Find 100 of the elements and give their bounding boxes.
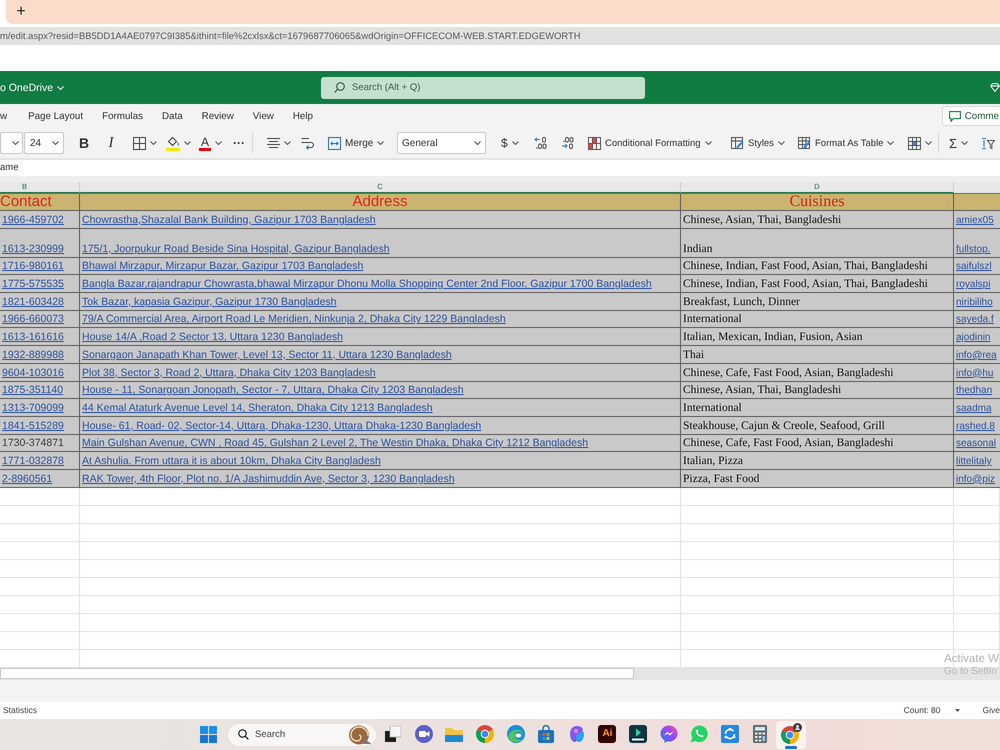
ribbon-tab[interactable]: Page Layout bbox=[28, 105, 84, 127]
feedback-button[interactable]: Give bbox=[982, 705, 1000, 716]
phone-link[interactable]: 1841-515289 bbox=[2, 420, 64, 433]
address-link[interactable]: 79/A Commercial Area, Airport Road Le Meridien, Ninkunja 2, Dhaka City 1229 Bangladesh bbox=[82, 313, 506, 326]
count-summary-button[interactable]: Count: 80 bbox=[904, 705, 960, 716]
chevron-icon bbox=[52, 141, 59, 145]
currency-button[interactable]: $ bbox=[498, 131, 524, 155]
phone-link[interactable]: 1716-980161 bbox=[2, 260, 64, 274]
phone-link[interactable]: 9604-103016 bbox=[2, 366, 64, 380]
comments-button[interactable]: Comme bbox=[942, 106, 1000, 126]
table-cell: Breakfast, Lunch, Dinner bbox=[681, 293, 954, 311]
address-link[interactable]: House 14/A ,Road 2 Sector 13, Uttara 1230 Bangladesh bbox=[82, 331, 343, 344]
phone-link[interactable]: 2-8960561 bbox=[2, 472, 52, 486]
scrollbar-thumb[interactable] bbox=[0, 668, 634, 679]
table-cell: Steakhouse, Cajun & Creole, Seafood, Grill bbox=[681, 416, 954, 435]
address-link[interactable]: At Ashulia. From uttara it is about 10km, Dhaka City Bangladesh bbox=[82, 454, 381, 468]
email-link[interactable]: fullstop. bbox=[956, 242, 990, 256]
phone-link[interactable]: 1966-459702 bbox=[2, 214, 64, 227]
email-link[interactable]: saadma bbox=[956, 402, 992, 415]
phone-link[interactable]: 1966-660073 bbox=[2, 313, 64, 326]
browser-with-badge-icon bbox=[780, 723, 802, 744]
address-link[interactable]: RAK Tower, 4th Floor, Plot no. 1/A Jashimuddin Ave, Sector 3, 1230 Bangladesh bbox=[82, 472, 455, 486]
number-format-dropdown[interactable]: General bbox=[397, 132, 486, 154]
chevron-icon bbox=[184, 141, 191, 145]
font-color-button[interactable]: A bbox=[196, 131, 226, 155]
merge-button[interactable]: Merge bbox=[325, 131, 392, 155]
email-link[interactable]: ajodinin bbox=[956, 331, 990, 344]
ribbon-tab[interactable]: Data bbox=[162, 105, 183, 127]
table-cell: Chinese, Cafe, Fast Food, Asian, Bangladeshi bbox=[681, 434, 954, 452]
address-link[interactable]: 44 Kemal Ataturk Avenue Level 14, Sheraton, Dhaka City 1213 Bangladesh bbox=[82, 402, 433, 415]
address-link[interactable]: Sonargaon Janapath Khan Tower, Level 13, Sector 11, Uttara 1230 Bangladesh bbox=[82, 348, 452, 362]
phone-link[interactable]: 1313-709099 bbox=[2, 402, 64, 415]
wave-browser-icon bbox=[506, 724, 525, 743]
format-as-table-button[interactable]: Format As Table bbox=[795, 131, 900, 155]
address-link[interactable]: House- 61, Road- 02, Sector-14, Uttara, Dhaka-1230, Uttara Dhaka-1230 Bangladesh bbox=[82, 420, 482, 433]
diamond-icon[interactable] bbox=[990, 83, 1000, 92]
email-link[interactable]: saifulszl bbox=[956, 260, 992, 274]
email-link[interactable]: info@piz bbox=[956, 472, 996, 486]
phone-link[interactable]: 1771-032878 bbox=[2, 454, 64, 468]
phone-link[interactable]: 1932-889988 bbox=[2, 348, 64, 362]
search-field[interactable]: Search (Alt + Q) bbox=[321, 76, 645, 98]
conditional-formatting-button[interactable]: Conditional Formatting bbox=[585, 131, 723, 155]
address-link[interactable]: Chowrastha,Shazalal Bank Building, Gazipur 1703 Bangladesh bbox=[82, 214, 376, 227]
address-link[interactable]: Main Gulshan Avenue, CWN , Road 45, Gulshan 2 Level 2, The Westin Dhaka, Dhaka City 1212 Bangladesh bbox=[82, 437, 588, 450]
browser-icon bbox=[476, 724, 494, 743]
email-link[interactable]: rashed.8 bbox=[956, 420, 995, 433]
folder-icon bbox=[445, 726, 464, 742]
ribbon-tab[interactable]: w bbox=[0, 105, 8, 127]
email-link[interactable]: royalspi bbox=[956, 278, 990, 292]
italic-button[interactable]: I bbox=[101, 131, 121, 155]
address-link[interactable]: 175/1, Joorpukur Road Beside Sina Hospital, Gazipur Bangladesh bbox=[82, 242, 390, 256]
phone-link[interactable]: 1775-575535 bbox=[2, 278, 64, 292]
wrap-text-icon bbox=[301, 136, 314, 150]
phone-link[interactable]: 1613-161616 bbox=[2, 331, 64, 344]
phone-link[interactable]: 1875-351140 bbox=[2, 384, 64, 398]
styles-button[interactable]: Styles bbox=[728, 131, 790, 155]
new-tab-button[interactable]: + bbox=[14, 3, 28, 21]
address-link[interactable]: House - 11, Sonargoan Jonopath, Sector - 7, Uttara, Dhaka City 1203 Bangladesh bbox=[82, 384, 464, 398]
email-link[interactable]: thedhan bbox=[956, 384, 992, 398]
address-link[interactable]: Bangla Bazar,rajandrapur Chowrasta,bhawal Mirzapur Dhonu Molla Shopping Center 2nd Floor, Gazipur 1700 Bangladesh bbox=[82, 278, 652, 292]
table-cell: International bbox=[681, 399, 954, 417]
email-link[interactable]: sayeda.f bbox=[956, 313, 994, 326]
arrow-tile-icon bbox=[629, 724, 648, 743]
phone-link[interactable]: 1821-603428 bbox=[2, 296, 64, 309]
autosum-button[interactable]: Σ bbox=[946, 131, 974, 155]
email-link[interactable]: seasonal bbox=[956, 437, 996, 450]
horizontal-scrollbar[interactable] bbox=[0, 668, 1000, 679]
sync-tile-icon bbox=[720, 724, 739, 743]
app-letter-tile: Ai bbox=[598, 724, 616, 743]
email-link[interactable]: info@hu bbox=[956, 366, 994, 380]
address-link[interactable]: Tok Bazar, kapasia Gazipur, Gazipur 1730 Bangladesh bbox=[82, 296, 336, 309]
ribbon-tab[interactable]: Formulas bbox=[102, 105, 143, 127]
table-cell: Thai bbox=[681, 346, 954, 364]
address-link[interactable]: Bhawal Mirzapur, Mirzapur Bazar, Gazipur 1703 Bangladesh bbox=[82, 260, 364, 274]
save-status-button[interactable]: o OneDrive bbox=[0, 82, 64, 94]
taskbar-search-field[interactable]: Search bbox=[227, 722, 377, 747]
address-field[interactable]: m/edit.aspx?resid=BB5DD1A4AE0797C9I385&ithint=file%2cxlsx&ct=1679687706065&wdOrigin=OFFICECOM-WEB.START.EDGEWORTH bbox=[0, 27, 1000, 45]
chevron-icon bbox=[150, 141, 157, 145]
email-link[interactable]: niribiliho bbox=[956, 296, 993, 309]
phone-link[interactable]: 1613-230999 bbox=[2, 242, 64, 256]
ribbon-tab[interactable]: Help bbox=[292, 105, 313, 127]
email-link[interactable]: amiex05 bbox=[956, 214, 994, 227]
chevron-icon bbox=[512, 141, 519, 145]
email-link[interactable]: littelitaly bbox=[956, 454, 992, 468]
chevron-icon bbox=[778, 141, 785, 145]
ribbon-tab[interactable]: Review bbox=[202, 105, 234, 127]
increase-decimal-icon bbox=[534, 137, 547, 149]
taskbar-button[interactable] bbox=[776, 720, 806, 749]
comment-icon bbox=[948, 110, 961, 122]
bold-button[interactable]: B bbox=[74, 131, 94, 155]
active-indicator bbox=[785, 746, 798, 749]
table-cell: Indian bbox=[681, 228, 954, 258]
start-icon bbox=[200, 726, 216, 744]
font-size-dropdown[interactable]: 24 bbox=[24, 132, 64, 154]
address-link[interactable]: Plot 38, Sector 3, Road 2, Uttara, Dhaka City 1203 Bangladesh bbox=[82, 366, 376, 380]
taskbar-button[interactable]: Ai bbox=[592, 720, 623, 749]
ribbon-tab[interactable]: View bbox=[252, 105, 274, 127]
statistics-button[interactable]: Statistics bbox=[3, 705, 38, 716]
more-button[interactable]: ··· bbox=[230, 131, 248, 155]
email-link[interactable]: info@rea bbox=[956, 348, 997, 362]
